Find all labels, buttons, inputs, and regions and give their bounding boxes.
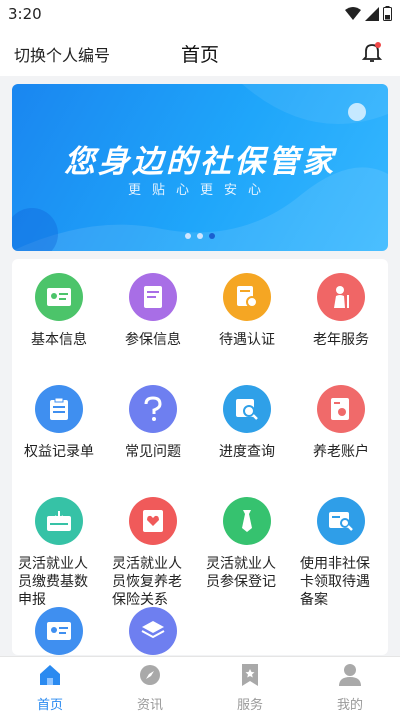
search-doc-icon [223,385,271,433]
grid-item-flex-restore-pension[interactable]: 灵活就业人员恢复养老保险关系 [106,497,200,609]
compass-icon [140,665,160,685]
grid-item-insurance-info[interactable]: 参保信息 [106,273,200,349]
grid-label: 灵活就业人员参保登记 [206,556,276,590]
layers-icon [129,607,177,655]
grid-label: 权益记录单 [24,444,94,460]
promo-banner[interactable]: 您身边的社保管家 更贴心更安心 [12,84,388,251]
battery-icon [383,6,392,21]
id-card-icon [35,273,83,321]
grid-item-basic-info[interactable]: 基本信息 [12,273,106,349]
switch-account-link[interactable]: 切换个人编号 [14,42,110,66]
grid-item-faq[interactable]: 常见问题 [106,385,200,461]
grid-item-progress-query[interactable]: 进度查询 [200,385,294,461]
grid-item-more-1[interactable] [12,607,106,655]
app-header: 切换个人编号 首页 [0,28,400,76]
grid-label: 养老账户 [313,444,369,460]
document-icon [129,273,177,321]
grid-item-elder-service[interactable]: 老年服务 [294,273,388,349]
grid-label: 灵活就业人员缴费基数申报 [18,556,88,608]
bookmark-icon [242,664,258,686]
id-card-icon [35,607,83,655]
tab-services[interactable]: 服务 [200,657,300,712]
banner-title: 您身边的社保管家 [64,144,336,180]
grid-item-flex-register[interactable]: 灵活就业人员参保登记 [200,497,294,591]
home-icon [40,665,60,685]
grid-label: 基本信息 [31,332,87,348]
grid-item-rights-record[interactable]: 权益记录单 [12,385,106,461]
wifi-icon [345,6,361,20]
grid-label: 使用非社保卡领取待遇备案 [300,556,370,608]
bottom-tab-bar: 首页 资讯 服务 我的 [0,656,400,712]
tab-news[interactable]: 资讯 [100,657,200,712]
grid-item-benefit-cert[interactable]: 待遇认证 [200,273,294,349]
tab-mine[interactable]: 我的 [300,657,400,712]
grid-label: 常见问题 [125,444,181,460]
tie-icon [223,497,271,545]
status-time: 3:20 [8,5,42,23]
grid-label: 灵活就业人员恢复养老保险关系 [112,556,182,608]
grid-label: 待遇认证 [219,332,275,348]
banner-subtitle: 更贴心更安心 [127,183,272,198]
certificate-icon [223,273,271,321]
heart-card-icon [129,497,177,545]
tab-label: 服务 [236,698,263,712]
question-icon [129,385,177,433]
tab-label: 资讯 [136,698,163,712]
clipboard-icon [35,385,83,433]
grid-item-flex-contribution-base[interactable]: 灵活就业人员缴费基数申报 [12,497,106,609]
tab-home[interactable]: 首页 [0,657,100,712]
status-bar: 3:20 [0,0,400,28]
carousel-dot[interactable] [197,233,203,239]
grid-label: 参保信息 [125,332,181,348]
tab-label: 我的 [336,698,363,712]
elder-icon [317,273,365,321]
carousel-dot-active[interactable] [209,233,215,239]
carousel-indicator [12,233,388,239]
grid-label: 进度查询 [219,444,275,460]
grid-item-non-card-filing[interactable]: 使用非社保卡领取待遇备案 [294,497,388,609]
service-grid: 基本信息 参保信息 待遇认证 老年服务 权益记录单 常见问题 进度查询 养老账户… [12,259,388,655]
grid-label: 老年服务 [313,332,369,348]
notification-bell-icon[interactable] [360,40,384,64]
card-search-icon [317,497,365,545]
tab-label: 首页 [36,698,63,712]
user-icon [339,664,361,686]
status-icons [345,6,392,21]
carousel-dot[interactable] [185,233,191,239]
grid-item-pension-account[interactable]: 养老账户 [294,385,388,461]
account-icon [317,385,365,433]
grid-item-more-2[interactable] [106,607,200,655]
signal-icon [365,6,379,21]
payment-icon [35,497,83,545]
